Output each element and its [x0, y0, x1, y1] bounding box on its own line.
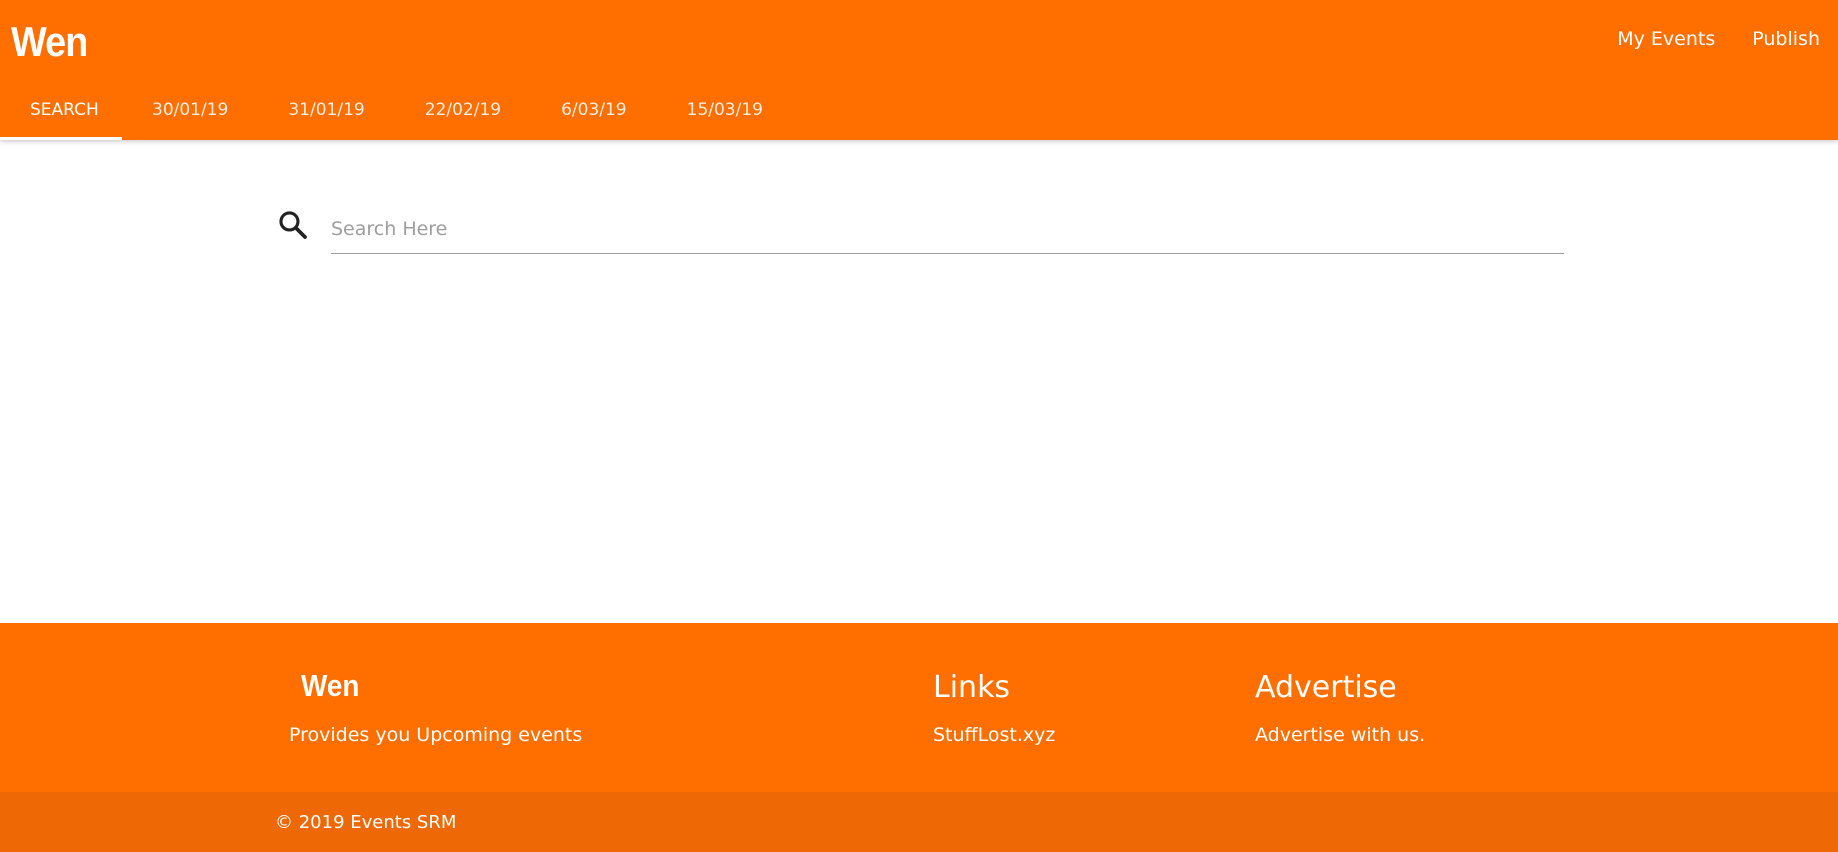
- footer-advertise-heading: Advertise: [1255, 670, 1397, 705]
- tab-31-01-19[interactable]: 31/01/19: [258, 94, 394, 140]
- top-app-bar: Wen My Events Publish SEARCH 30/01/19 31…: [0, 0, 1838, 140]
- tab-search[interactable]: SEARCH: [0, 94, 122, 140]
- search-bar: [276, 204, 1564, 260]
- copyright-bar: © 2019 Events SRM: [0, 792, 1838, 852]
- search-input[interactable]: [331, 204, 1564, 254]
- date-tabs: SEARCH 30/01/19 31/01/19 22/02/19 6/03/1…: [0, 94, 793, 140]
- footer-brand-logo: Wen: [301, 668, 360, 703]
- footer-links-heading: Links: [933, 670, 1011, 705]
- footer-link-stufflost[interactable]: StuffLost.xyz: [933, 724, 1055, 746]
- page-footer: Wen Provides you Upcoming events Links S…: [0, 623, 1838, 792]
- search-icon: [276, 208, 310, 242]
- footer-description: Provides you Upcoming events: [289, 724, 583, 746]
- nav-publish-link[interactable]: Publish: [1752, 28, 1820, 50]
- tab-22-02-19[interactable]: 22/02/19: [395, 94, 531, 140]
- tab-30-01-19[interactable]: 30/01/19: [122, 94, 258, 140]
- top-nav: My Events Publish: [1617, 28, 1820, 50]
- brand-logo[interactable]: Wen: [11, 18, 88, 66]
- copyright-text: © 2019 Events SRM: [275, 812, 457, 833]
- tab-15-03-19[interactable]: 15/03/19: [657, 94, 793, 140]
- tab-6-03-19[interactable]: 6/03/19: [531, 94, 657, 140]
- footer-link-advertise[interactable]: Advertise with us.: [1255, 724, 1425, 746]
- nav-my-events-link[interactable]: My Events: [1617, 28, 1715, 50]
